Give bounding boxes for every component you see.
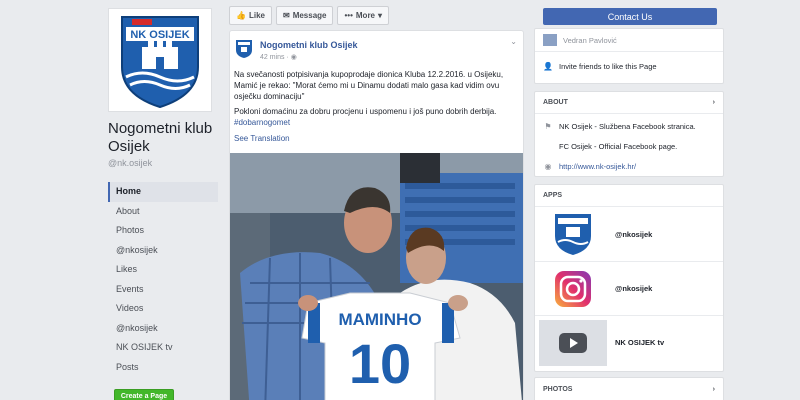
like-button[interactable]: 👍 Like [229, 6, 272, 25]
message-label: Message [292, 11, 327, 20]
post-paragraph-2-text: Pokloni domaćinu za dobru procjenu i usp… [234, 107, 497, 116]
about-row-description-en: FC Osijek - Official Facebook page. [535, 136, 723, 156]
about-description-text: NK Osijek - Službena Facebook stranica. [559, 121, 696, 131]
club-crest-app-icon [555, 214, 591, 255]
nav-item-photos[interactable]: Photos [108, 221, 218, 241]
feed-post: Nogometni klub Osijek 42 mins · ◉ ⌄ Na s… [229, 30, 524, 400]
like-label: Like [248, 11, 265, 20]
message-button[interactable]: ✉ Message [275, 6, 334, 25]
about-card-header[interactable]: ABOUT › [535, 92, 723, 114]
post-photo[interactable]: MAMINHO 10 [230, 153, 523, 400]
nav-item-tv[interactable]: NK OSIJEK tv [108, 338, 218, 358]
globe-icon: ◉ [544, 161, 552, 171]
chevron-right-icon: › [712, 99, 715, 106]
photos-card-title: PHOTOS [543, 385, 573, 393]
create-page-button[interactable]: Create a Page [114, 389, 174, 400]
app-label-tv: NK OSIJEK tv [615, 338, 665, 347]
post-header: Nogometni klub Osijek 42 mins · ◉ ⌄ [230, 31, 523, 61]
instagram-icon [555, 270, 591, 307]
photos-card-header[interactable]: PHOTOS › [535, 378, 723, 400]
club-crest-small-icon [236, 40, 252, 58]
friend-row[interactable]: Vedran Pavlović [535, 29, 723, 51]
post-body: Na svečanosti potpisivanja kupoprodaje d… [230, 61, 523, 128]
friend-name: Vedran Pavlović [563, 35, 617, 45]
see-translation-link[interactable]: See Translation [230, 132, 523, 143]
post-avatar[interactable] [234, 38, 254, 60]
hashtag-link[interactable]: #dobarnogomet [234, 118, 290, 127]
chevron-right-icon: › [712, 385, 715, 393]
jersey-number: 10 [349, 332, 411, 395]
about-row-description: ⚑ NK Osijek - Službena Facebook stranica… [535, 116, 723, 136]
nav-item-instagram[interactable]: @nkosijek [108, 241, 218, 261]
post-options-icon[interactable]: ⌄ [510, 37, 517, 46]
app-label-nkosijek: @nkosijek [615, 229, 653, 239]
app-row-nkosijek[interactable]: @nkosijek [535, 207, 723, 261]
page-nav: Home About Photos @nkosijek Likes Events… [108, 182, 218, 377]
page-handle: @nk.osijek [108, 158, 153, 168]
post-author[interactable]: Nogometni klub Osijek [260, 40, 358, 50]
left-column: NK OSIJEK Nogometni klub Osijek @nk.osij… [108, 8, 218, 400]
post-timestamp[interactable]: 42 mins · ◉ [260, 53, 358, 61]
thumbs-up-icon: 👍 [236, 11, 246, 20]
about-description-en-text: FC Osijek - Official Facebook page. [559, 141, 678, 151]
apps-card: APPS @nkosijek @nkosijek NK OSIJEK tv [534, 184, 724, 372]
contact-us-button[interactable]: Contact Us [543, 8, 717, 25]
app-label-instagram: @nkosijek [615, 284, 653, 293]
invite-friends-row[interactable]: 👤 Invite friends to like this Page [535, 51, 723, 81]
post-time-text: 42 mins [260, 54, 285, 61]
nav-item-events[interactable]: Events [108, 280, 218, 300]
globe-icon: · ◉ [286, 54, 297, 61]
about-card-title: ABOUT [543, 99, 568, 106]
ellipsis-icon: ••• [344, 11, 353, 20]
flag-icon: ⚑ [544, 121, 552, 131]
app-thumb-instagram [539, 266, 607, 312]
website-link[interactable]: http://www.nk-osijek.hr/ [559, 162, 636, 171]
about-row-website[interactable]: ◉ http://www.nk-osijek.hr/ [535, 156, 723, 176]
apps-card-title: APPS [543, 192, 563, 199]
nav-item-likes[interactable]: Likes [108, 260, 218, 280]
club-crest-icon: NK OSIJEK [121, 16, 199, 109]
profile-picture[interactable]: NK OSIJEK [108, 8, 212, 112]
app-thumb-youtube [539, 319, 607, 366]
add-friend-icon: 👤 [543, 62, 553, 71]
page-title: Nogometni klub Osijek [108, 120, 213, 155]
invite-friends-text: Invite friends to like this Page [559, 62, 657, 71]
friend-avatar [543, 34, 557, 46]
message-icon: ✉ [282, 11, 290, 20]
post-paragraph-2: Pokloni domaćinu za dobru procjenu i usp… [234, 106, 517, 128]
nav-item-posts[interactable]: Posts [108, 358, 218, 378]
caret-down-icon: ▾ [378, 11, 383, 20]
nav-item-videos[interactable]: Videos [108, 299, 218, 319]
jersey-name: MAMINHO [338, 310, 421, 329]
post-photo-image: MAMINHO 10 [230, 153, 523, 400]
post-paragraph-1: Na svečanosti potpisivanja kupoprodaje d… [234, 70, 504, 101]
nav-item-about[interactable]: About [108, 202, 218, 222]
nav-item-twitter[interactable]: @nkosijek [108, 319, 218, 339]
app-thumb-crest [539, 211, 607, 257]
about-card: ABOUT › ⚑ NK Osijek - Službena Facebook … [534, 91, 724, 177]
app-row-instagram[interactable]: @nkosijek [535, 261, 723, 315]
page-action-bar: 👍 Like ✉ Message ••• More ▾ [229, 6, 390, 25]
apps-card-header: APPS [535, 185, 723, 207]
app-row-youtube[interactable]: NK OSIJEK tv [535, 315, 723, 369]
nav-item-home[interactable]: Home [108, 182, 218, 202]
crest-text: NK OSIJEK [130, 29, 189, 41]
more-label: More [355, 11, 376, 20]
youtube-play-icon [559, 332, 587, 353]
photos-card: PHOTOS › [534, 377, 724, 400]
friends-card: Vedran Pavlović 👤 Invite friends to like… [534, 28, 724, 84]
more-button[interactable]: ••• More ▾ [337, 6, 390, 25]
